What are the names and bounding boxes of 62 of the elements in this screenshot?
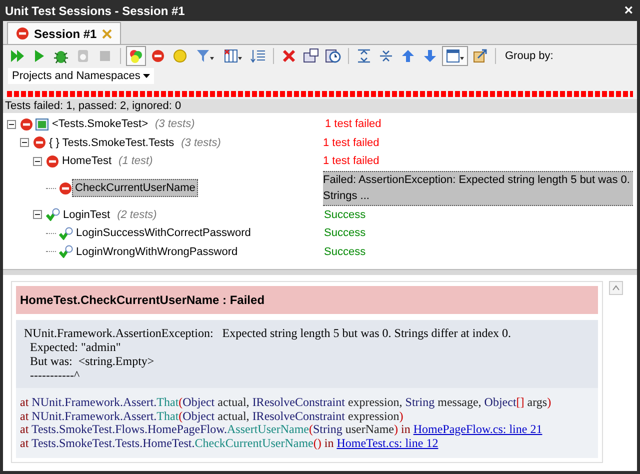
profile-icon bbox=[75, 48, 91, 64]
bug-icon bbox=[53, 48, 69, 64]
clock-icon bbox=[325, 48, 341, 64]
filter-icon bbox=[196, 48, 214, 64]
collapse-toggle-icon[interactable] bbox=[33, 156, 42, 166]
window-title: Unit Test Sessions - Session #1 bbox=[5, 2, 185, 20]
open-window-icon bbox=[472, 48, 488, 64]
details-title: HomeTest.CheckCurrentUserName : Failed bbox=[16, 286, 598, 314]
test-result: Success bbox=[324, 226, 367, 241]
stack-trace-line: at Tests.SmokeTest.Tests.HomeTest.CheckCurrentUserName() in HomeTest.cs: line 12 bbox=[20, 436, 438, 450]
source-link[interactable]: HomeTest.cs: line 12 bbox=[336, 436, 438, 450]
test-count: (2 tests) bbox=[117, 208, 157, 222]
tree-item[interactable]: LoginWrongWithWrongPassword bbox=[73, 242, 241, 261]
tree-item[interactable]: LoginSuccessWithCorrectPassword bbox=[73, 224, 254, 242]
caret-icon bbox=[143, 74, 150, 78]
test-result: 1 test failed bbox=[323, 154, 380, 169]
scroll-up-icon[interactable] bbox=[609, 281, 623, 295]
group-by-label: Group by: bbox=[505, 48, 554, 64]
test-summary: Tests failed: 1, passed: 2, ignored: 0 bbox=[3, 99, 637, 113]
stack-trace-line: at Tests.SmokeTest.Flows.HomePageFlow.AssertUserName(String userName) in HomePageFlow.cs: line 21 bbox=[20, 423, 544, 436]
document-icon bbox=[303, 48, 319, 64]
collapse-toggle-icon[interactable] bbox=[7, 120, 16, 129]
stack-trace-line: at NUnit.Framework.Assert.That(Object actual, IResolveConstraint expression) bbox=[20, 410, 404, 423]
error-message: -----------^ bbox=[29, 368, 81, 382]
arrow-up-icon bbox=[400, 48, 416, 64]
error-message: NUnit.Framework.AssertionException: Expected string length 5 but was 0. Strings differ at index 0. bbox=[24, 326, 512, 340]
stack-trace-line: at NUnit.Framework.Assert.That(Object actual, IResolveConstraint expression, String message, Object[] args) bbox=[20, 396, 552, 410]
test-result: Success bbox=[324, 208, 367, 222]
test-result: Failed: AssertionException: Expected string length 5 but was 0. Strings ... bbox=[323, 170, 633, 206]
test-count: (3 tests) bbox=[155, 117, 195, 132]
tree-item[interactable]: HomeTest bbox=[59, 152, 115, 170]
arrow-down-icon bbox=[422, 48, 438, 64]
delete-icon bbox=[281, 48, 297, 64]
columns-icon bbox=[224, 48, 242, 64]
tree-item[interactable]: LoginTest bbox=[60, 206, 114, 224]
group-by-dropdown[interactable]: Projects and Namespaces bbox=[7, 67, 155, 85]
expand-icon bbox=[356, 48, 372, 64]
failed-filter-icon bbox=[150, 48, 166, 64]
test-result: Success bbox=[324, 244, 367, 260]
tree-item[interactable]: <Tests.SmokeTest> bbox=[49, 115, 151, 134]
collapse-icon bbox=[378, 48, 394, 64]
error-message: But was: <string.Empty> bbox=[29, 354, 156, 368]
tree-item[interactable]: { } Tests.SmokeTest.Tests bbox=[46, 134, 178, 152]
stop-icon bbox=[97, 48, 113, 64]
source-link[interactable]: HomePageFlow.cs: line 21 bbox=[413, 422, 542, 436]
test-count: (1 test) bbox=[118, 154, 153, 169]
layout-button[interactable] bbox=[442, 46, 468, 66]
test-result: 1 test failed bbox=[323, 136, 380, 150]
collapse-toggle-icon[interactable] bbox=[20, 138, 29, 148]
test-count: (3 tests) bbox=[181, 136, 221, 150]
error-message: Expected: "admin" bbox=[29, 340, 122, 354]
circle-icon bbox=[172, 48, 188, 64]
colored-circles-button[interactable] bbox=[126, 46, 146, 66]
tree-item[interactable]: CheckCurrentUserName bbox=[72, 178, 198, 198]
test-result: 1 test failed bbox=[325, 117, 382, 132]
run-all-icon bbox=[9, 48, 25, 64]
close-button[interactable]: × bbox=[622, 3, 635, 18]
session-tab[interactable]: Session #1 bbox=[7, 22, 121, 44]
layout-icon bbox=[446, 48, 464, 64]
sort-icon bbox=[250, 48, 266, 64]
colored-circles-icon bbox=[128, 48, 144, 64]
collapse-toggle-icon[interactable] bbox=[33, 210, 42, 220]
